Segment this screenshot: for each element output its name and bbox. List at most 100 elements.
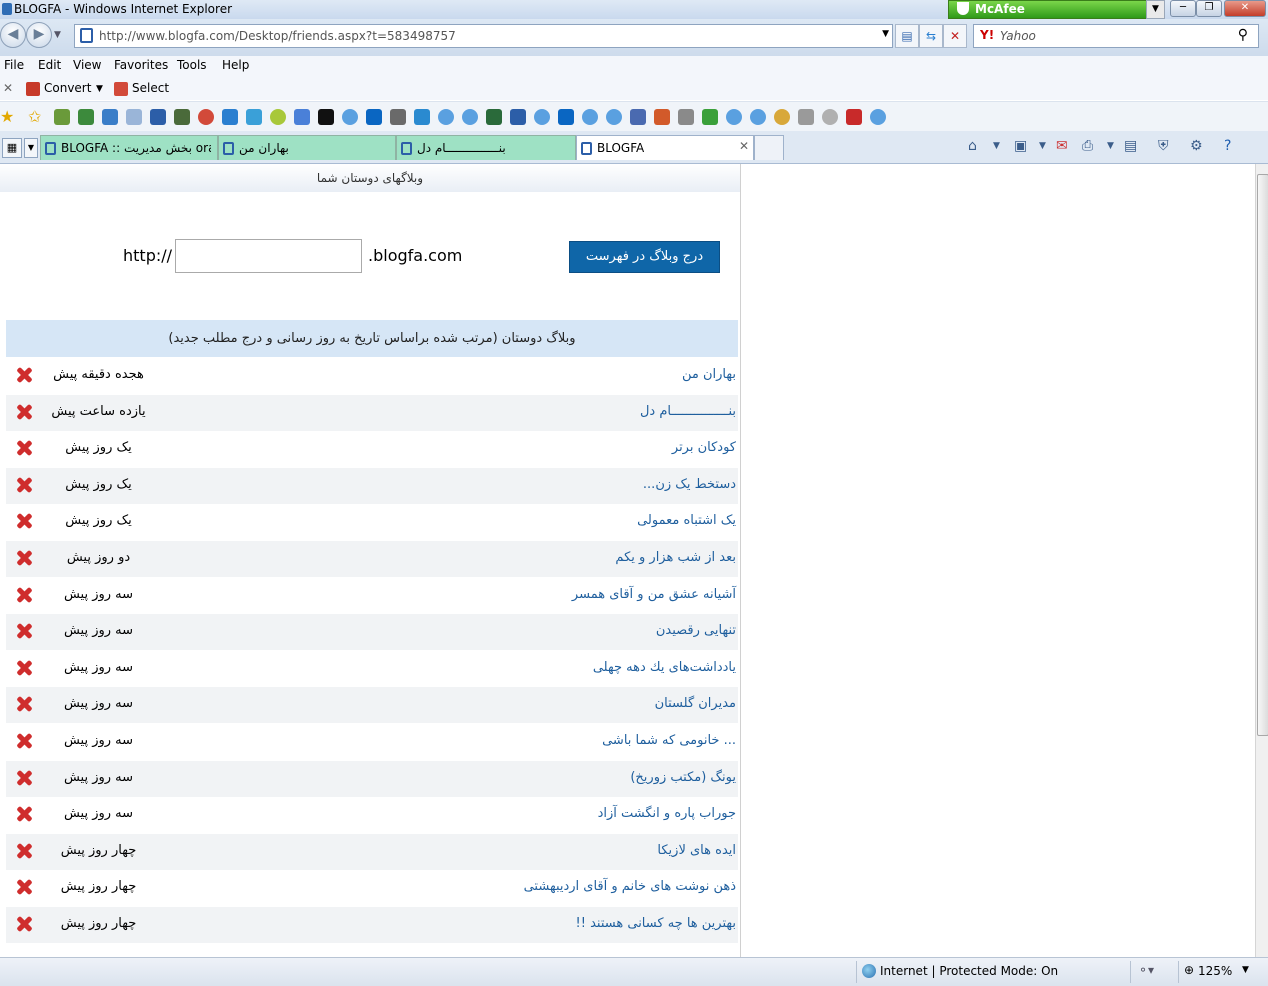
friend-blog-link[interactable]: بنـــــــــــــــام دل — [640, 404, 736, 419]
link-icon[interactable] — [414, 109, 430, 125]
link-icon[interactable] — [174, 109, 190, 125]
delete-icon[interactable] — [15, 512, 33, 530]
address-dropdown-icon[interactable]: ▼ — [882, 29, 889, 39]
history-dropdown-icon[interactable]: ▼ — [54, 30, 61, 40]
google-link-icon[interactable] — [294, 109, 310, 125]
delete-icon[interactable] — [15, 622, 33, 640]
security-zone-text[interactable]: Internet | Protected Mode: On — [880, 964, 1058, 978]
close-tab-icon[interactable]: ✕ — [739, 139, 749, 153]
blogfa-link-icon[interactable] — [510, 109, 526, 125]
new-tab-button[interactable] — [754, 135, 784, 160]
maximize-button[interactable]: ❐ — [1196, 0, 1222, 17]
tab-blogfa-active[interactable]: BLOGFA ✕ — [576, 135, 754, 160]
delete-icon[interactable] — [15, 439, 33, 457]
refresh-button[interactable]: ⇆ — [919, 24, 943, 48]
close-window-button[interactable]: ✕ — [1224, 0, 1266, 17]
friend-blog-link[interactable]: بهترین ها چه کسانی هستند !! — [576, 916, 736, 931]
link-icon[interactable] — [54, 109, 70, 125]
mcafee-dropdown-button[interactable]: ▼ — [1146, 0, 1165, 19]
tab-blogfa-admin[interactable]: BLOGFA :: بخش مدیریت oran... — [40, 135, 218, 160]
link-icon[interactable] — [270, 109, 286, 125]
friend-blog-link[interactable]: یک اشتباه معمولی — [637, 513, 736, 528]
blog-address-input[interactable] — [175, 239, 362, 273]
delete-icon[interactable] — [15, 366, 33, 384]
delete-icon[interactable] — [15, 915, 33, 933]
link-icon[interactable] — [390, 109, 406, 125]
print-icon[interactable]: ⎙ — [1082, 138, 1093, 154]
friend-blog-link[interactable]: آشیانه عشق من و آقای همسر — [572, 587, 736, 602]
ie-link-icon[interactable] — [438, 109, 454, 125]
page-menu-icon[interactable]: ▤ — [1124, 138, 1137, 154]
friend-blog-link[interactable]: بهاران من — [682, 367, 736, 382]
menu-file[interactable]: File — [4, 58, 24, 72]
feeds-dropdown-icon[interactable]: ▼ — [1039, 141, 1046, 151]
menu-view[interactable]: View — [73, 58, 101, 72]
linkedin-link-icon[interactable] — [366, 109, 382, 125]
link-icon[interactable] — [222, 109, 238, 125]
link-icon[interactable] — [798, 109, 814, 125]
scrollbar-thumb[interactable] — [1257, 174, 1268, 736]
mcafee-button[interactable]: McAfee — [948, 0, 1147, 19]
zoom-icon[interactable]: ⊕ — [1184, 963, 1194, 977]
menu-help[interactable]: Help — [222, 58, 249, 72]
zoom-dropdown-icon[interactable]: ▼ — [1242, 965, 1249, 975]
back-button[interactable]: ◀ — [0, 22, 26, 48]
menu-favorites[interactable]: Favorites — [114, 58, 168, 72]
link-icon[interactable] — [102, 109, 118, 125]
gear-link-icon[interactable] — [822, 109, 838, 125]
quick-tabs-icon[interactable]: ▦ — [2, 138, 22, 158]
ie-link-icon[interactable] — [726, 109, 742, 125]
link-icon[interactable] — [774, 109, 790, 125]
home-icon[interactable]: ⌂ — [968, 138, 977, 154]
friend-blog-link[interactable]: ایده های لازیکا — [657, 843, 736, 858]
link-icon[interactable] — [126, 109, 142, 125]
close-toolbar-icon[interactable]: ✕ — [3, 81, 13, 95]
compatibility-view-button[interactable]: ▤ — [895, 24, 919, 48]
delete-icon[interactable] — [15, 549, 33, 567]
forward-button[interactable]: ▶ — [26, 22, 52, 48]
ie-link-icon[interactable] — [870, 109, 886, 125]
friend-blog-link[interactable]: بعد از شب هزار و یکم — [615, 550, 736, 565]
link-icon[interactable] — [846, 109, 862, 125]
add-favorites-icon[interactable]: ✩ — [28, 107, 41, 126]
search-box[interactable]: Y! Yahoo ⚲ — [973, 24, 1259, 48]
minimize-button[interactable]: ─ — [1170, 0, 1196, 17]
print-dropdown-icon[interactable]: ▼ — [1107, 141, 1114, 151]
link-icon[interactable] — [678, 109, 694, 125]
tools-gear-icon[interactable]: ⚙ — [1190, 138, 1203, 154]
add-to-list-button[interactable]: درج وبلاگ در فهرست — [569, 241, 720, 273]
tab-list-dropdown-icon[interactable]: ▼ — [24, 138, 38, 158]
convert-dropdown-icon[interactable]: ▼ — [96, 84, 103, 94]
delete-icon[interactable] — [15, 805, 33, 823]
ie-link-icon[interactable] — [342, 109, 358, 125]
ie-link-icon[interactable] — [582, 109, 598, 125]
stop-button[interactable]: ✕ — [943, 24, 967, 48]
safety-shield-icon[interactable]: ⛨ — [1158, 138, 1169, 154]
link-icon[interactable] — [486, 109, 502, 125]
link-icon[interactable] — [654, 109, 670, 125]
home-dropdown-icon[interactable]: ▼ — [993, 141, 1000, 151]
zoom-level[interactable]: 125% — [1198, 964, 1232, 978]
tab-benam-del[interactable]: بنـــــــــــــــام دل — [396, 135, 576, 160]
friend-blog-link[interactable]: مدیران گلستان — [655, 696, 736, 711]
delete-icon[interactable] — [15, 732, 33, 750]
delete-icon[interactable] — [15, 769, 33, 787]
friend-blog-link[interactable]: یادداشت‌های یك دهه چهلی — [593, 660, 736, 675]
friend-blog-link[interactable]: دستخط یک زن... — [643, 477, 736, 492]
delete-icon[interactable] — [15, 878, 33, 896]
friend-blog-link[interactable]: ذهن نوشت های خانم و آقای اردیبهشتی — [524, 879, 736, 894]
friend-blog-link[interactable]: کودکان برتر — [672, 440, 736, 455]
link-icon[interactable] — [702, 109, 718, 125]
convert-button[interactable]: Convert — [44, 81, 91, 95]
blogfa-link-icon[interactable] — [150, 109, 166, 125]
delete-icon[interactable] — [15, 659, 33, 677]
ie-link-icon[interactable] — [750, 109, 766, 125]
address-bar[interactable]: http://www.blogfa.com/Desktop/friends.as… — [74, 24, 893, 48]
friend-blog-link[interactable]: یونگ (مکتب زوریخ) — [630, 770, 736, 785]
help-icon[interactable]: ? — [1224, 138, 1231, 154]
link-icon[interactable] — [78, 109, 94, 125]
search-icon[interactable]: ⚲ — [1238, 27, 1248, 43]
feeds-icon[interactable]: ▣ — [1014, 138, 1027, 154]
vertical-scrollbar[interactable] — [1255, 164, 1268, 957]
select-button[interactable]: Select — [132, 81, 169, 95]
